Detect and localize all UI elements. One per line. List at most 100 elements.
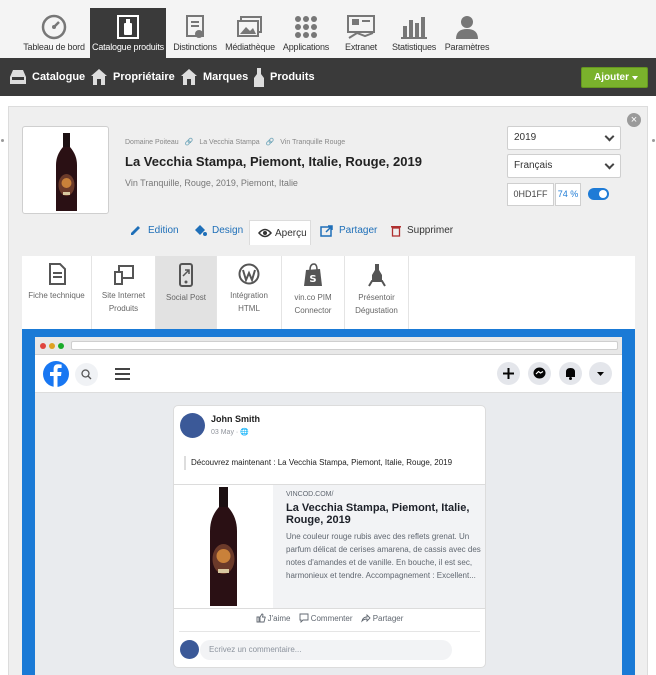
notification-bell-icon: [559, 362, 582, 385]
tab-label: Aperçu: [275, 228, 307, 239]
facebook-logo-icon: [43, 361, 69, 387]
like-button[interactable]: J'aime: [256, 613, 291, 623]
phone-share-icon: [179, 263, 193, 287]
sub-navigation: Catalogue Propriétaire Marques Produits: [0, 58, 656, 96]
link-description: Une couleur rouge rubis avec des reflets…: [286, 532, 481, 580]
chevron-down-icon: [589, 362, 612, 385]
side-marker: [652, 139, 655, 142]
nav-catalogue[interactable]: Catalogue produits: [90, 8, 166, 58]
window-maximize-dot: [58, 343, 64, 349]
nav-label: Tableau de bord: [23, 42, 85, 52]
share-label: Partager: [372, 614, 404, 623]
breadcrumb-item[interactable]: La Vecchia Stampa: [199, 139, 259, 146]
pencil-icon: [131, 226, 140, 235]
caret-down-icon: [632, 76, 638, 80]
tab-edition[interactable]: Edition: [129, 218, 189, 243]
grid-dots-icon: [295, 16, 317, 38]
avatar: [180, 640, 199, 659]
window-close-dot: [40, 343, 46, 349]
subnav-produits[interactable]: Produits: [253, 58, 315, 96]
nav-label: Applications: [282, 42, 330, 52]
link-domain: VINCOD.COM/: [286, 491, 334, 498]
comment-icon: [299, 613, 309, 624]
comment-input[interactable]: Ecrivez un commentaire...: [200, 640, 452, 660]
breadcrumb-item[interactable]: Domaine Poiteau: [125, 139, 179, 146]
nav-applications[interactable]: Applications: [278, 8, 334, 58]
link-title[interactable]: La Vecchia Stampa, Piemont, Italie, Roug…: [286, 502, 481, 526]
nav-distinctions[interactable]: Distinctions: [166, 8, 224, 58]
add-button[interactable]: Ajouter: [581, 67, 648, 88]
channel-selector: Fiche technique Site Internet Produits So…: [22, 256, 635, 329]
vintage-value: 2019: [514, 132, 537, 143]
post-actions: J'aime Commenter Partager: [174, 613, 485, 627]
channel-label: Social Post: [165, 293, 207, 302]
subnav-label: Marques: [203, 71, 249, 83]
wine-bottle-image: [210, 487, 237, 606]
extranet-icon: [347, 15, 375, 39]
nav-label: Paramètres: [444, 42, 490, 52]
devices-icon: [113, 265, 134, 285]
subnav-label: Propriétaire: [113, 71, 175, 83]
channel-integration-html[interactable]: Intégration HTML: [217, 256, 282, 329]
channel-site-internet[interactable]: Site Internet Produits: [92, 256, 156, 329]
post-text: Découvrez maintenant : La Vecchia Stampa…: [184, 456, 452, 470]
wordpress-icon: [238, 263, 260, 285]
browser-mockup: John Smith 03 May · 🌐 Découvrez maintena…: [35, 337, 622, 675]
channel-label: Présentoir: [358, 293, 395, 302]
plus-icon: [497, 362, 520, 385]
house-icon: [181, 69, 197, 85]
nav-label: Statistiques: [391, 42, 437, 52]
vintage-select[interactable]: 2019: [507, 126, 621, 150]
visibility-toggle[interactable]: [588, 188, 609, 200]
close-icon[interactable]: ×: [627, 113, 641, 127]
wine-bottle-image: [56, 133, 77, 211]
channel-label: Fiche technique: [28, 291, 85, 300]
document-icon: [48, 263, 66, 285]
bar-chart-icon: [401, 17, 427, 39]
subnav-label: Produits: [270, 71, 315, 83]
inbox-tray-icon: [10, 70, 26, 84]
tab-label: Supprimer: [407, 225, 454, 236]
channel-presentoir[interactable]: Présentoir Dégustation: [345, 256, 409, 329]
shopify-bag-icon: S: [304, 263, 322, 286]
channel-fiche-technique[interactable]: Fiche technique: [22, 256, 92, 329]
language-select[interactable]: Français: [507, 154, 621, 178]
product-thumbnail[interactable]: [22, 126, 109, 214]
subnav-label: Catalogue: [32, 71, 86, 83]
product-code: 0HD1FF: [507, 183, 554, 206]
breadcrumb-item[interactable]: Vin Tranquille Rouge: [280, 139, 345, 146]
avatar: [180, 413, 205, 438]
eye-icon: [258, 228, 272, 238]
facebook-post: John Smith 03 May · 🌐 Découvrez maintena…: [173, 405, 486, 668]
images-icon: [237, 16, 262, 37]
tab-label: Edition: [148, 225, 179, 236]
tab-design[interactable]: Design: [193, 218, 248, 243]
share-icon: [320, 225, 333, 237]
nav-statistiques[interactable]: Statistiques: [388, 8, 440, 58]
toggle-knob: [599, 190, 607, 198]
tab-partager[interactable]: Partager: [320, 218, 380, 243]
like-label: J'aime: [267, 614, 291, 623]
nav-mediatheque[interactable]: Médiathèque: [224, 8, 276, 58]
comment-label: Commenter: [310, 614, 353, 623]
tab-apercu[interactable]: Aperçu: [249, 220, 311, 245]
link-icon: 🔗: [265, 139, 275, 146]
tab-supprimer[interactable]: Supprimer: [390, 218, 454, 243]
subnav-marques[interactable]: Marques: [180, 58, 249, 96]
svg-text:S: S: [309, 274, 316, 285]
channel-label: vin.co PIM: [294, 293, 332, 302]
breadcrumb: Domaine Poiteau 🔗 La Vecchia Stampa 🔗 Vi…: [125, 138, 345, 146]
nav-dashboard[interactable]: Tableau de bord: [18, 8, 90, 58]
comment-button[interactable]: Commenter: [299, 613, 353, 624]
subnav-catalogue[interactable]: Catalogue: [9, 58, 85, 96]
channel-label: Connector: [294, 306, 332, 315]
nav-parametres[interactable]: Paramètres: [442, 8, 492, 58]
subnav-proprietaire[interactable]: Propriétaire: [90, 58, 175, 96]
channel-social-post[interactable]: Social Post: [156, 256, 217, 329]
channel-pim-connector[interactable]: S vin.co PIM Connector: [282, 256, 345, 329]
side-marker: [1, 139, 4, 142]
nav-extranet[interactable]: Extranet: [336, 8, 386, 58]
share-button[interactable]: Partager: [360, 613, 404, 623]
nav-label: Distinctions: [173, 42, 217, 52]
product-subtitle: Vin Tranquille, Rouge, 2019, Piemont, It…: [125, 178, 298, 188]
